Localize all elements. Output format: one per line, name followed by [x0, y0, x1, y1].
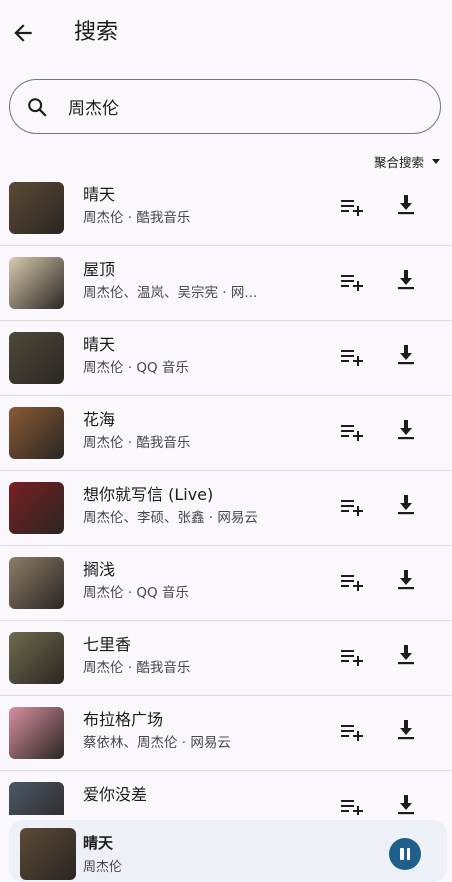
search-box[interactable]: [9, 79, 441, 134]
download-icon[interactable]: [396, 419, 416, 441]
add-to-playlist-icon[interactable]: [340, 647, 364, 667]
album-cover: [9, 482, 64, 534]
page-title: 搜索: [74, 20, 119, 45]
song-title: 七里香: [83, 635, 132, 654]
cover-fill: [9, 707, 64, 759]
cover-fill: [9, 632, 64, 684]
download-icon[interactable]: [396, 569, 416, 591]
now-playing-cover: [20, 828, 76, 880]
download-icon[interactable]: [396, 269, 416, 291]
song-title: 爱你没差: [83, 785, 148, 804]
song-subtitle: 蔡依林、周杰伦 · 网易云: [83, 735, 231, 751]
download-icon[interactable]: [396, 344, 416, 366]
download-icon[interactable]: [396, 494, 416, 516]
aggregate-search-dropdown[interactable]: 聚合搜索: [374, 152, 440, 171]
search-input[interactable]: [68, 90, 408, 122]
download-icon[interactable]: [396, 194, 416, 216]
add-to-playlist-icon[interactable]: [340, 197, 364, 217]
add-to-playlist-icon[interactable]: [340, 797, 364, 815]
song-subtitle: 周杰伦、温岚、吴宗宪 · 网...: [83, 285, 258, 301]
song-row[interactable]: 屋顶 周杰伦、温岚、吴宗宪 · 网...: [0, 245, 452, 321]
aggregate-search-label: 聚合搜索: [373, 155, 424, 170]
song-row[interactable]: 布拉格广场 蔡依林、周杰伦 · 网易云: [0, 695, 452, 771]
song-title: 晴天: [83, 185, 116, 204]
now-playing-artist: 周杰伦: [83, 860, 123, 875]
album-cover: [9, 557, 64, 609]
cover-fill: [9, 182, 64, 234]
song-title: 想你就写信 (Live): [83, 485, 214, 504]
song-title: 晴天: [83, 335, 116, 354]
album-cover: [9, 257, 64, 309]
cover-fill: [9, 407, 64, 459]
song-row[interactable]: 搁浅 周杰伦 · QQ 音乐: [0, 545, 452, 621]
download-icon[interactable]: [396, 719, 416, 741]
song-subtitle: 周杰伦 · 酷我音乐: [83, 660, 191, 676]
album-cover: [9, 632, 64, 684]
add-to-playlist-icon[interactable]: [340, 272, 364, 292]
album-cover: [9, 782, 64, 815]
back-arrow-icon[interactable]: [10, 20, 36, 46]
pause-bar: [406, 848, 410, 860]
add-to-playlist-icon[interactable]: [340, 422, 364, 442]
song-row[interactable]: 晴天 周杰伦 · QQ 音乐: [0, 320, 452, 396]
download-icon[interactable]: [396, 794, 416, 815]
song-row[interactable]: 想你就写信 (Live) 周杰伦、李硕、张鑫 · 网易云: [0, 470, 452, 546]
song-row[interactable]: 七里香 周杰伦 · 酷我音乐: [0, 620, 452, 696]
album-cover: [9, 332, 64, 384]
song-list: 晴天 周杰伦 · 酷我音乐 屋顶 周杰伦、温岚、吴宗宪 · 网... 晴天 周杰…: [0, 170, 452, 815]
song-row[interactable]: 晴天 周杰伦 · 酷我音乐: [0, 170, 452, 246]
album-cover: [9, 407, 64, 459]
cover-fill: [9, 332, 64, 384]
song-subtitle: 周杰伦、李硕、张鑫 · 网易云: [83, 510, 258, 526]
cover-fill: [9, 482, 64, 534]
album-cover: [9, 182, 64, 234]
pause-bar: [400, 848, 404, 860]
song-subtitle: 周杰伦 · 酷我音乐: [83, 210, 191, 226]
cover-fill: [9, 782, 64, 815]
song-title: 布拉格广场: [83, 710, 164, 729]
cover-fill: [20, 828, 76, 880]
album-cover: [9, 707, 64, 759]
now-playing-title: 晴天: [83, 834, 114, 852]
mini-player[interactable]: 晴天 周杰伦: [9, 820, 447, 882]
search-icon: [28, 98, 47, 117]
cover-fill: [9, 557, 64, 609]
add-to-playlist-icon[interactable]: [340, 497, 364, 517]
song-row[interactable]: 爱你没差: [0, 770, 452, 815]
song-subtitle: 周杰伦 · QQ 音乐: [83, 360, 189, 376]
song-title: 搁浅: [83, 560, 116, 579]
cover-fill: [9, 257, 64, 309]
add-to-playlist-icon[interactable]: [340, 347, 364, 367]
download-icon[interactable]: [396, 644, 416, 666]
add-to-playlist-icon[interactable]: [340, 572, 364, 592]
song-row[interactable]: 花海 周杰伦 · 酷我音乐: [0, 395, 452, 471]
song-subtitle: 周杰伦 · 酷我音乐: [83, 435, 191, 451]
song-title: 花海: [83, 410, 116, 429]
pause-button[interactable]: [389, 838, 421, 870]
song-subtitle: 周杰伦 · QQ 音乐: [83, 585, 189, 601]
add-to-playlist-icon[interactable]: [340, 722, 364, 742]
top-app-bar: 搜索: [0, 0, 452, 66]
song-title: 屋顶: [83, 260, 116, 279]
dropdown-caret-icon: [432, 159, 440, 164]
